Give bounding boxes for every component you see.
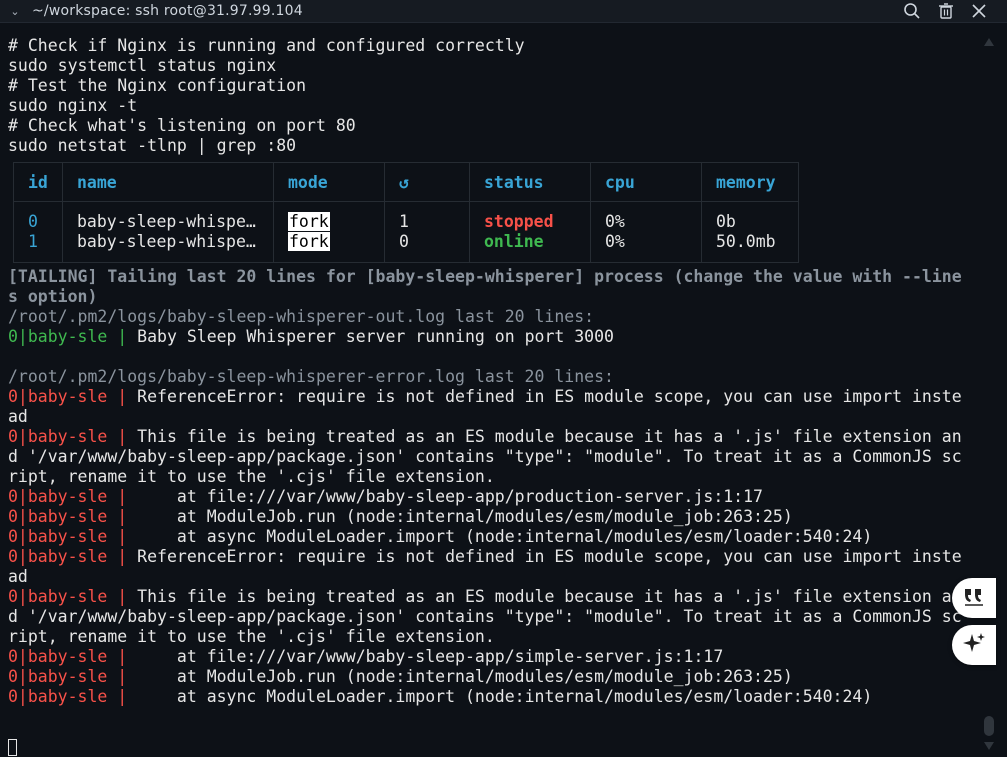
log-line: ad — [8, 567, 28, 586]
log-line: 0|baby-sle | This file is being treated … — [8, 587, 952, 606]
log-path: /root/.pm2/logs/baby-sleep-whisperer-err… — [8, 367, 614, 386]
scroll-down-icon[interactable] — [984, 742, 994, 750]
command-line: sudo systemctl status nginx — [8, 56, 277, 75]
pm2-process-table: id name mode ↺ status cpu memory 01 baby… — [13, 162, 799, 263]
col-memory: memory — [701, 162, 799, 202]
log-path: /root/.pm2/logs/baby-sleep-whisperer-out… — [8, 307, 595, 326]
log-line: 0|baby-sle | ReferenceError: require is … — [8, 387, 962, 406]
close-icon[interactable] — [971, 3, 987, 19]
memory-cell: 0b 50.0mb — [701, 201, 799, 263]
log-line: 0|baby-sle | ReferenceError: require is … — [8, 547, 962, 566]
titlebar-actions — [903, 0, 987, 22]
log-line: d '/var/www/baby-sleep-app/package.json'… — [8, 607, 962, 626]
cpu-cell: 0% 0% — [590, 201, 702, 263]
command-line: # Test the Nginx configuration — [8, 76, 307, 95]
table-row: 01 baby-sleep-whispe… baby-sleep-whispe… … — [13, 201, 799, 263]
restarts-cell: 10 — [384, 201, 470, 263]
scroll-up-icon[interactable] — [984, 38, 994, 46]
log-line: 0|baby-sle | at file:///var/www/baby-sle… — [8, 647, 724, 666]
log-line: d '/var/www/baby-sleep-app/package.json'… — [8, 447, 962, 466]
col-status: status — [469, 162, 591, 202]
trash-icon[interactable] — [937, 2, 955, 20]
log-line: ript, rename it to use the '.cjs' file e… — [8, 467, 495, 486]
col-restarts: ↺ — [384, 162, 470, 202]
log-line: 0|baby-sle | at async ModuleLoader.impor… — [8, 527, 873, 546]
ai-assist-button[interactable] — [952, 625, 996, 665]
quote-button[interactable] — [952, 578, 996, 618]
scroll-thumb[interactable] — [984, 716, 994, 736]
sparkle-icon — [962, 631, 986, 659]
id-cell: 01 — [13, 201, 63, 263]
status-badge: stopped — [484, 212, 554, 231]
status-cell: stopped online — [469, 201, 591, 263]
status-badge: online — [484, 232, 544, 251]
log-line: 0|baby-sle | at async ModuleLoader.impor… — [8, 687, 873, 706]
tailing-line: s option) — [8, 287, 98, 306]
command-line: # Check if Nginx is running and configur… — [8, 36, 525, 55]
chevron-down-icon[interactable]: ⌄ — [6, 5, 24, 18]
col-id: id — [13, 162, 63, 202]
mode-cell: fork fork — [273, 201, 385, 263]
col-name: name — [62, 162, 274, 202]
name-cell: baby-sleep-whispe… baby-sleep-whispe… — [62, 201, 274, 263]
log-line: ript, rename it to use the '.cjs' file e… — [8, 627, 495, 646]
log-line: 0|baby-sle | Baby Sleep Whisperer server… — [8, 327, 614, 346]
command-line: sudo netstat -tlnp | grep :80 — [8, 136, 297, 155]
terminal-title: ~/workspace: ssh root@31.97.99.104 — [32, 3, 303, 19]
command-line: sudo nginx -t — [8, 96, 138, 115]
log-line: ad — [8, 407, 28, 426]
terminal-titlebar: ⌄ ~/workspace: ssh root@31.97.99.104 — [0, 0, 1007, 23]
quote-icon — [962, 585, 986, 611]
command-line: # Check what's listening on port 80 — [8, 116, 356, 135]
log-line: 0|baby-sle | at ModuleJob.run (node:inte… — [8, 667, 793, 686]
log-line: 0|baby-sle | at ModuleJob.run (node:inte… — [8, 507, 793, 526]
search-icon[interactable] — [903, 2, 921, 20]
table-header-row: id name mode ↺ status cpu memory — [13, 162, 799, 202]
col-cpu: cpu — [590, 162, 702, 202]
log-line: 0|baby-sle | This file is being treated … — [8, 427, 962, 446]
terminal-cursor — [8, 739, 17, 756]
tailing-line: [TAILING] Tailing last 20 lines for [bab… — [8, 267, 962, 286]
col-mode: mode — [273, 162, 385, 202]
terminal-output[interactable]: # Check if Nginx is running and configur… — [8, 36, 970, 707]
log-line: 0|baby-sle | at file:///var/www/baby-sle… — [8, 487, 763, 506]
